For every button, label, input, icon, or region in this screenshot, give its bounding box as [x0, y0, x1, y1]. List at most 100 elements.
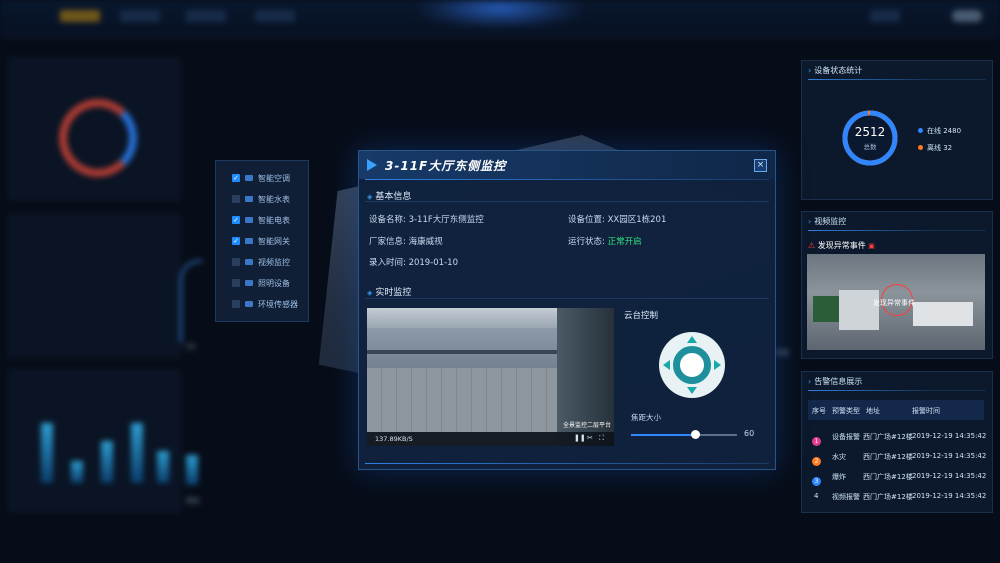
fullscreen-icon[interactable]: ⛶ — [599, 434, 604, 443]
camera-icon — [245, 259, 253, 265]
checkbox[interactable] — [232, 279, 240, 287]
bar — [41, 423, 53, 483]
ptz-heading: 云台控制 — [624, 311, 659, 321]
filter-item-lighting[interactable]: 照明设备 — [232, 276, 290, 290]
filter-item-gateway[interactable]: ✓ 智能网关 — [232, 234, 290, 248]
nav-tab — [186, 10, 226, 22]
alert-badge-icon: ▣ — [868, 242, 875, 250]
filter-item-ac[interactable]: ✓ 智能空调 — [232, 171, 290, 185]
ptz-down-arrow-icon[interactable] — [687, 387, 697, 394]
legend-online: 在线 2480 — [918, 126, 961, 136]
railing — [367, 350, 567, 354]
ptz-up-arrow-icon[interactable] — [687, 336, 697, 343]
zoom-value: 60 — [744, 429, 755, 438]
alert-camera-image[interactable]: 发现异常事件 — [807, 254, 985, 350]
device-location-field: 设备位置: XX园区1栋201 — [568, 215, 667, 225]
nav-tab — [60, 10, 100, 22]
footer-divider — [365, 463, 769, 464]
checkbox[interactable]: ✓ — [232, 174, 240, 182]
ptz-right-arrow-icon[interactable] — [714, 360, 721, 370]
ptz-left-arrow-icon[interactable] — [663, 360, 670, 370]
status-field: 运行状态: 正常开启 — [568, 237, 642, 247]
live-video[interactable]: 全景监控二层平台 137.89KB/S ❚❚ ✂ ⛶ — [367, 308, 614, 446]
device-name-field: 设备名称: 3-11F大厅东侧监控 — [369, 215, 484, 225]
panel-title: 告警信息展示 — [808, 376, 862, 387]
live-monitor-heading: 实时监控 — [367, 285, 411, 298]
video-bitrate: 137.89KB/S — [375, 435, 413, 443]
row-number: 4 — [814, 492, 819, 500]
filter-item-power[interactable]: ✓ 智能电表 — [232, 213, 290, 227]
alert-text[interactable]: ⚠ 发现异常事件 ▣ — [808, 240, 875, 251]
brightness-hint: 亮度 — [775, 349, 789, 357]
legend-offline: 离线 32 — [918, 143, 952, 153]
top-bar — [0, 0, 1000, 37]
table-row[interactable]: 2 水灾 西门广场#12楼 2019-12-19 14:35:42 — [808, 446, 986, 466]
device-filter-menu: ✓ 智能空调 智能水表 ✓ 智能电表 ✓ 智能网关 视频监控 照明设备 环境传感器 — [215, 160, 309, 322]
row-number-badge: 3 — [812, 477, 821, 486]
bar — [186, 455, 198, 485]
filter-item-water[interactable]: 智能水表 — [232, 192, 290, 206]
close-button[interactable]: × — [754, 159, 767, 172]
divider — [365, 298, 769, 299]
checkbox[interactable] — [232, 258, 240, 266]
month-label: 7月 — [184, 343, 196, 351]
avatar — [952, 10, 982, 22]
bar — [71, 461, 83, 483]
nav-tab — [255, 10, 295, 22]
zoom-label: 焦距大小 — [631, 413, 661, 422]
modal-title: 3-11F大厅东侧监控 — [385, 159, 507, 173]
warning-icon: ⚠ — [808, 241, 816, 250]
divider — [808, 390, 986, 391]
table-row[interactable]: 4 视频报警 西门广场#12楼 2019-12-19 14:35:42 — [808, 486, 986, 506]
container — [839, 290, 879, 330]
panel-title: 视频监控 — [808, 216, 846, 227]
divider — [808, 79, 986, 80]
zoom-slider-track[interactable] — [631, 430, 737, 439]
divider — [808, 230, 986, 231]
left-panel-1 — [8, 58, 180, 200]
panel-title: 设备状态统计 — [808, 65, 862, 76]
floor-tiles — [367, 368, 557, 432]
bar — [131, 423, 143, 483]
checkbox[interactable]: ✓ — [232, 237, 240, 245]
device-status-panel: 设备状态统计 2512 总数 在线 2480 离线 32 — [801, 60, 993, 200]
camera-detail-modal: 3-11F大厅东侧监控 × 基本信息 设备名称: 3-11F大厅东侧监控 设备位… — [358, 150, 776, 470]
video-monitor-panel: 视频监控 ⚠ 发现异常事件 ▣ 发现异常事件 — [801, 211, 993, 359]
device-total-label: 总数 — [863, 143, 877, 151]
ptz-control-pad[interactable] — [659, 332, 725, 398]
zoom-slider-handle[interactable] — [690, 430, 700, 439]
divider — [365, 201, 769, 202]
zoom-slider-fill — [631, 434, 695, 436]
filter-item-sensor[interactable]: 环境传感器 — [232, 297, 298, 311]
sensor-icon — [245, 301, 253, 307]
nav-tab — [120, 10, 160, 22]
left-panel-2 — [8, 215, 180, 357]
container — [913, 302, 973, 326]
video-controls: 137.89KB/S ❚❚ ✂ ⛶ — [367, 432, 614, 446]
checkbox[interactable] — [232, 300, 240, 308]
vendor-field: 厂家信息: 海康威视 — [369, 237, 443, 247]
table-row[interactable]: 1 设备报警 西门广场#12楼 2019-12-19 14:35:42 — [808, 426, 986, 446]
filter-item-video[interactable]: 视频监控 — [232, 255, 290, 269]
ptz-center-button[interactable] — [673, 346, 711, 384]
left-donut — [59, 99, 137, 177]
light-icon — [245, 280, 253, 286]
bar — [157, 451, 169, 483]
checkbox[interactable]: ✓ — [232, 216, 240, 224]
checkbox[interactable] — [232, 195, 240, 203]
pause-icon[interactable]: ❚❚ — [574, 434, 586, 442]
alarm-panel: 告警信息展示 序号 预警类型 地址 报警时间 1 设备报警 西门广场#12楼 2… — [801, 371, 993, 513]
nav-tab — [870, 10, 900, 22]
gateway-label: 网关 — [186, 497, 200, 505]
left-panel-3 — [8, 370, 180, 512]
table-row[interactable]: 3 爆炸 西门广场#12楼 2019-12-19 14:35:42 — [808, 466, 986, 486]
power-meter-icon — [245, 217, 253, 223]
snapshot-icon[interactable]: ✂ — [587, 434, 593, 442]
gateway-icon — [245, 238, 253, 244]
status-value: 正常开启 — [607, 237, 642, 247]
water-meter-icon — [245, 196, 253, 202]
header-divider — [365, 179, 769, 180]
header-glow — [420, 0, 580, 28]
row-number-badge: 2 — [812, 457, 821, 466]
ac-icon — [245, 175, 253, 181]
